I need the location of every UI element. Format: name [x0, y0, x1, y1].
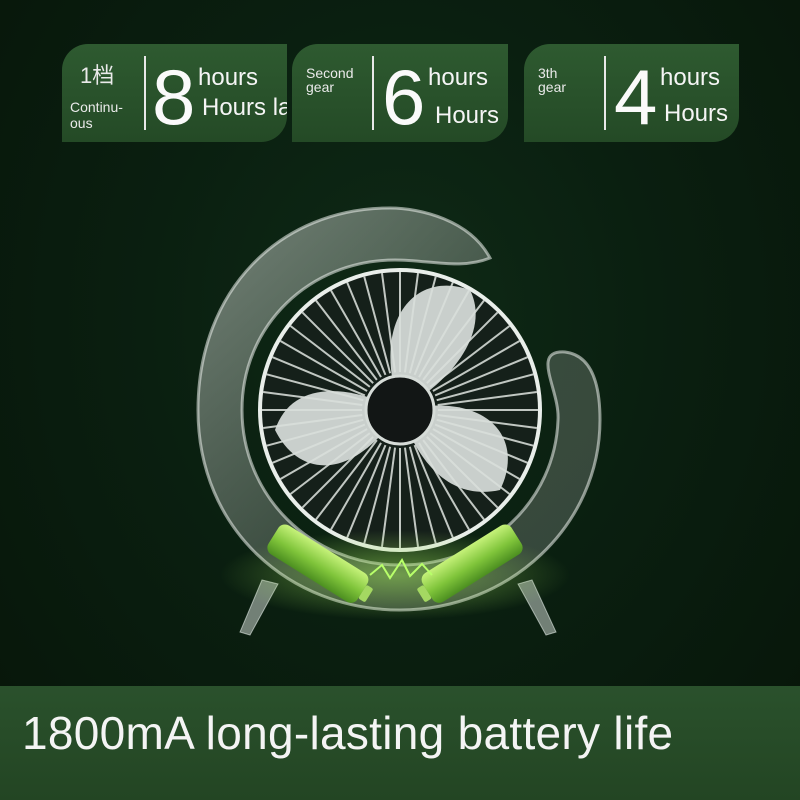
gear-3-hours-unit: hours [660, 64, 721, 91]
gear-3-hours-number: 4 [614, 53, 658, 141]
gear-2-hours-number: 6 [382, 53, 426, 141]
badge-divider [604, 56, 606, 130]
gear-1-hours-subtitle: Hours lasting 6 [202, 94, 287, 121]
gear-2-hours-unit: hours [428, 64, 489, 91]
runtime-badge-gear-1: 1档 Continu- ous 8 hours Hours lasting 6 [62, 44, 287, 142]
footer-headline: 1800mA long-lasting battery life [22, 707, 674, 759]
gear-2-hours-subtitle: Hours [435, 102, 500, 129]
gear-1-mode-cont: ous [70, 115, 93, 131]
footer-band: 1800mA long-lasting battery life [0, 686, 800, 800]
runtime-badge-gear-3: 3th gear 4 hours Hours [524, 44, 739, 142]
badge-divider [144, 56, 146, 130]
gear-2-mode: gear [306, 79, 335, 95]
badge-divider [372, 56, 374, 130]
gear-3-mode: gear [538, 79, 567, 95]
gear-1-hours-unit: hours [198, 64, 259, 91]
desk-fan-icon [196, 206, 602, 636]
gear-1-label: 1档 [80, 63, 115, 88]
gear-1-hours-number: 8 [152, 53, 196, 141]
gear-1-mode: Continu- [70, 99, 123, 115]
gear-3-hours-subtitle: Hours [664, 100, 729, 127]
runtime-badge-gear-2: Second gear 6 hours Hours [292, 44, 508, 142]
fan-hub [364, 374, 436, 446]
